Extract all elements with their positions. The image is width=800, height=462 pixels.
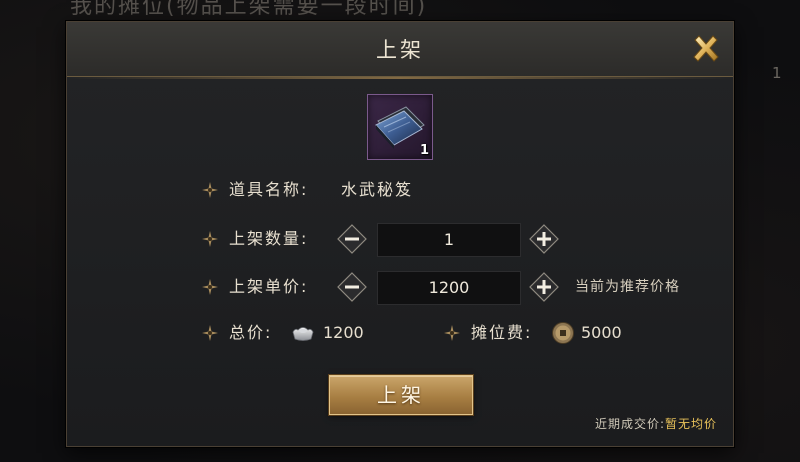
fleur-ornament-icon — [202, 182, 218, 198]
recent-trade-value: 暂无均价 — [664, 417, 717, 431]
recent-trade-label: 近期成交价: — [594, 417, 665, 431]
copper-coin-icon — [552, 322, 574, 344]
quantity-increase-button[interactable] — [529, 224, 559, 254]
fleur-ornament-icon — [444, 325, 460, 341]
minus-icon — [337, 272, 367, 302]
list-item-dialog: 上架 1 道具名称: 水武秘笈 上架数量: 1 上架单价: 1200 当前为推荐… — [66, 21, 734, 447]
close-x-icon — [693, 35, 719, 62]
unit-price-label: 上架单价: — [229, 277, 309, 296]
stall-fee-value: 5000 — [581, 323, 622, 342]
close-button[interactable] — [689, 32, 723, 66]
total-row: 总价: 1200 摊位费: 5000 — [201, 318, 701, 348]
item-count: 1 — [419, 143, 429, 158]
quantity-row: 上架数量: 1 — [201, 223, 661, 257]
stall-fee-label: 摊位费: — [471, 323, 533, 342]
item-name-row: 道具名称: 水武秘笈 — [201, 175, 601, 205]
fleur-ornament-icon — [202, 279, 218, 295]
plus-icon — [529, 224, 559, 254]
fleur-ornament-icon — [202, 325, 218, 341]
recommended-price-note: 当前为推荐价格 — [575, 279, 680, 295]
list-item-button[interactable]: 上架 — [329, 375, 473, 415]
unit-price-row: 上架单价: 1200 当前为推荐价格 — [201, 271, 721, 305]
quantity-decrease-button[interactable] — [337, 224, 367, 254]
item-name-label: 道具名称: — [229, 180, 309, 199]
side-counter: 1 — [772, 64, 782, 82]
stall-title-background: 我的摊位(物品上架需要一段时间) — [70, 0, 428, 19]
total-value: 1200 — [323, 323, 364, 342]
minus-icon — [337, 224, 367, 254]
unit-price-input[interactable]: 1200 — [377, 271, 521, 305]
quantity-label: 上架数量: — [229, 229, 309, 248]
quantity-input[interactable]: 1 — [377, 223, 521, 257]
dialog-header: 上架 — [67, 22, 733, 79]
plus-icon — [529, 272, 559, 302]
price-increase-button[interactable] — [529, 272, 559, 302]
silver-ingot-icon — [292, 327, 314, 341]
recent-trade-price: 近期成交价:暂无均价 — [595, 415, 717, 432]
total-label: 总价: — [229, 323, 273, 342]
price-decrease-button[interactable] — [337, 272, 367, 302]
item-slot[interactable]: 1 — [367, 94, 433, 160]
fleur-ornament-icon — [202, 231, 218, 247]
dialog-title: 上架 — [376, 38, 424, 62]
item-name-value: 水武秘笈 — [341, 180, 414, 199]
